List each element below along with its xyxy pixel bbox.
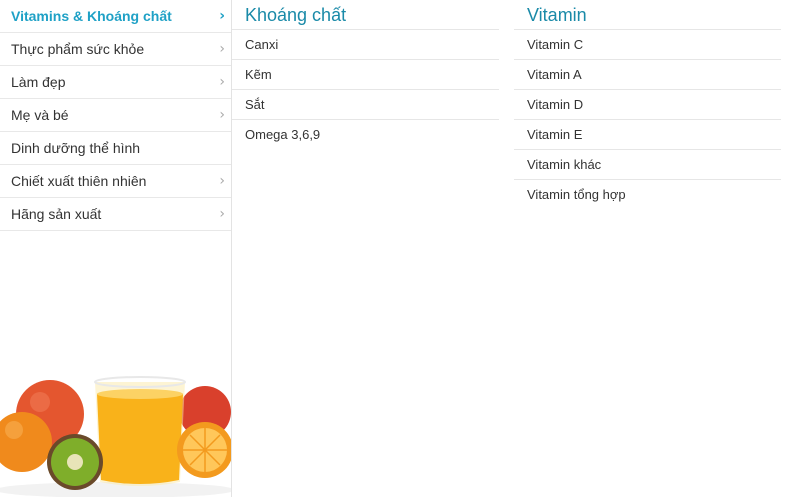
column-vitamins: Vitamin Vitamin C Vitamin A Vitamin D Vi… [514,0,781,210]
sidebar-item-manufacturers[interactable]: Hãng sản xuất › [0,198,231,231]
sidebar-item-vitamins[interactable]: Vitamins & Khoáng chất › [0,0,231,33]
link-item[interactable]: Canxi [232,30,499,60]
column-minerals: Khoáng chất Canxi Kẽm Sắt Omega 3,6,9 [232,0,499,150]
link-item[interactable]: Sắt [232,90,499,120]
link-item[interactable]: Vitamin A [514,60,781,90]
sidebar-item-label: Thực phẩm sức khỏe [11,41,145,57]
sidebar-item-health-food[interactable]: Thực phẩm sức khỏe › [0,33,231,66]
link-item[interactable]: Vitamin khác [514,150,781,180]
chevron-right-icon: › [219,107,225,123]
link-item[interactable]: Omega 3,6,9 [232,120,499,150]
sidebar-item-label: Vitamins & Khoáng chất [11,8,172,24]
chevron-right-icon: › [219,206,225,222]
chevron-right-icon: › [219,8,225,24]
sidebar-item-label: Chiết xuất thiên nhiên [11,173,147,189]
sidebar-item-beauty[interactable]: Làm đẹp › [0,66,231,99]
chevron-right-icon: › [219,173,225,189]
category-sidebar: Vitamins & Khoáng chất › Thực phẩm sức k… [0,0,232,497]
sidebar-item-label: Làm đẹp [11,74,66,90]
fruit-juice-image [0,376,231,497]
sidebar-item-mother-baby[interactable]: Mẹ và bé › [0,99,231,132]
sidebar-item-natural-extracts[interactable]: Chiết xuất thiên nhiên › [0,165,231,198]
column-title: Vitamin [514,0,781,30]
sidebar-item-label: Mẹ và bé [11,107,69,123]
sidebar-item-label: Dinh dưỡng thể hình [11,140,141,156]
sidebar-item-fitness-nutrition[interactable]: Dinh dưỡng thể hình [0,132,231,165]
link-item[interactable]: Kẽm [232,60,499,90]
sidebar-item-label: Hãng sản xuất [11,206,102,222]
link-item[interactable]: Vitamin tổng hợp [514,180,781,210]
link-item[interactable]: Vitamin C [514,30,781,60]
chevron-right-icon: › [219,41,225,57]
link-item[interactable]: Vitamin D [514,90,781,120]
chevron-right-icon: › [219,74,225,90]
column-title: Khoáng chất [232,0,499,30]
link-item[interactable]: Vitamin E [514,120,781,150]
